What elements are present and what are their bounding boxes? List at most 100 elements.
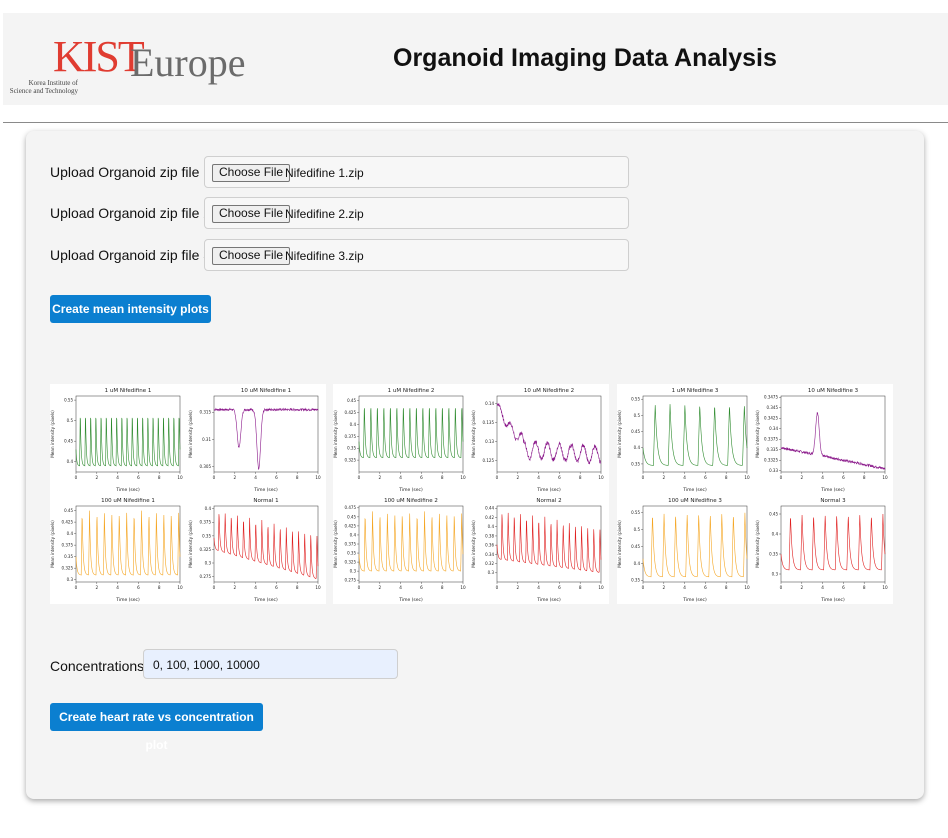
y-tick-label: 0.335 [767, 447, 779, 452]
x-tick-label: 0 [358, 475, 361, 480]
chart-7: Normal 2 0 2 4 6 8 10 0.3 0.32 0.34 0.36 0.38 0.4 0.4… [471, 494, 607, 604]
x-tick-label: 4 [821, 475, 824, 480]
x-tick-label: 6 [704, 585, 707, 590]
x-tick-label: 4 [399, 585, 402, 590]
y-tick-label: 0.305 [200, 464, 212, 469]
x-tick-label: 2 [95, 475, 98, 480]
x-tick-label: 8 [441, 475, 444, 480]
x-tick-label: 10 [315, 585, 321, 590]
x-axis-label: Time (sec) [115, 597, 140, 603]
y-tick-label: 0.325 [345, 458, 357, 463]
y-tick-label: 0.42 [485, 515, 494, 520]
x-tick-label: 0 [358, 585, 361, 590]
concentrations-input[interactable]: 0, 100, 1000, 10000 [143, 649, 398, 679]
x-tick-label: 6 [842, 585, 845, 590]
x-tick-label: 10 [315, 475, 321, 480]
plot-frame [213, 395, 319, 473]
y-tick-label: 0.3475 [764, 395, 778, 400]
chart-svg: 10 uM Nifedifine 1 0 2 4 6 8 10 0.305 0.31 0.315 T… [188, 388, 321, 493]
x-tick-label: 10 [744, 475, 750, 480]
y-tick-label: 0.5 [67, 418, 74, 423]
y-tick-label: 0.45 [64, 508, 73, 513]
x-axis-label: Time (sec) [820, 487, 845, 493]
x-tick-label: 10 [882, 585, 888, 590]
x-tick-label: 2 [378, 585, 381, 590]
y-tick-label: 0.3 [488, 570, 495, 575]
logo-word: Europe [130, 40, 246, 85]
y-tick-label: 0.325 [200, 547, 212, 552]
x-tick-label: 6 [704, 475, 707, 480]
chart-svg: 10 uM Nifedifine 2 0 2 4 6 8 10 0.125 0.13 0.135 0… [471, 388, 604, 493]
file-name-2: Nifedifine 2.zip [285, 207, 364, 221]
x-tick-label: 4 [116, 475, 119, 480]
chart-svg: 10 uM Nifedifine 3 0 2 4 6 8 10 0.33 0.3325 0.335… [755, 388, 888, 493]
y-axis-label: Mean intensity (pixels) [50, 520, 55, 568]
y-tick-label: 0.32 [485, 561, 494, 566]
y-tick-label: 0.4 [67, 459, 74, 464]
x-tick-label: 2 [516, 585, 519, 590]
choose-file-button-2[interactable]: Choose File [212, 205, 291, 223]
y-tick-label: 0.31 [202, 437, 211, 442]
y-tick-label: 0.375 [345, 541, 357, 546]
x-tick-label: 10 [882, 475, 888, 480]
y-tick-label: 0.135 [483, 420, 495, 425]
x-tick-label: 2 [662, 475, 665, 480]
x-tick-label: 10 [598, 475, 604, 480]
create-heart-rate-button[interactable]: Create heart rate vs concentration plot [50, 703, 263, 752]
y-tick-label: 0.375 [345, 434, 357, 439]
y-tick-label: 0.425 [345, 410, 357, 415]
x-tick-label: 4 [254, 475, 257, 480]
page-title: Organoid Imaging Data Analysis [393, 44, 777, 72]
chart-1: 10 uM Nifedifine 1 0 2 4 6 8 10 0.305 0.31 0.315 T… [188, 384, 324, 494]
plot-panel-2: 1 uM Nifedifine 2 0 2 4 6 8 10 0.325 0.35 0.375 0.… [333, 384, 609, 604]
y-tick-label: 0.3 [205, 560, 212, 565]
y-axis-label: Mean intensity (pixels) [188, 410, 193, 458]
x-tick-label: 8 [725, 475, 728, 480]
x-axis-label: Time (sec) [682, 487, 707, 493]
chart-title: Normal 3 [820, 498, 846, 504]
x-axis-label: Time (sec) [536, 597, 561, 603]
file-input-1[interactable]: Choose File Nifedifine 1.zip [204, 156, 629, 188]
page-header: KIST Europe Korea Institute of Science a… [3, 13, 948, 105]
y-tick-label: 0.5 [634, 413, 641, 418]
x-tick-label: 2 [95, 585, 98, 590]
chart-6: 100 uM Nifedifine 2 0 2 4 6 8 10 0.275 0.3 0.325 0… [333, 494, 469, 604]
choose-file-button-3[interactable]: Choose File [212, 247, 291, 265]
concentrations-label: Concentrations: [50, 658, 149, 674]
y-axis-label: Mean intensity (pixels) [188, 520, 193, 568]
x-tick-label: 6 [558, 475, 561, 480]
plot-frame [780, 395, 886, 473]
x-tick-label: 0 [75, 475, 78, 480]
x-tick-label: 6 [137, 585, 140, 590]
y-tick-label: 0.13 [485, 439, 494, 444]
create-mean-intensity-button[interactable]: Create mean intensity plots [50, 295, 211, 323]
x-tick-label: 8 [579, 585, 582, 590]
x-tick-label: 2 [516, 475, 519, 480]
x-tick-label: 6 [842, 475, 845, 480]
y-tick-label: 0.34 [485, 552, 494, 557]
file-input-3[interactable]: Choose File Nifedifine 3.zip [204, 239, 629, 271]
plot-panel-3: 1 uM Nifedifine 3 0 2 4 6 8 10 0.35 0.4 0.45 0.5 0.… [617, 384, 893, 604]
plot-frame [642, 505, 748, 583]
choose-file-button-1[interactable]: Choose File [212, 164, 291, 182]
x-tick-label: 0 [780, 475, 783, 480]
y-tick-label: 0.36 [485, 543, 494, 548]
x-tick-label: 0 [213, 585, 216, 590]
x-tick-label: 6 [420, 585, 423, 590]
y-tick-label: 0.4 [205, 506, 212, 511]
y-axis-label: Mean intensity (pixels) [471, 410, 476, 458]
file-input-2[interactable]: Choose File Nifedifine 2.zip [204, 197, 629, 229]
analysis-card: Upload Organoid zip file 1: Choose File … [26, 131, 924, 799]
x-tick-label: 4 [821, 585, 824, 590]
y-tick-label: 0.425 [345, 523, 357, 528]
y-tick-label: 0.325 [345, 559, 357, 564]
logo-subtitle: Korea Institute of Science and Technolog… [6, 79, 78, 95]
x-tick-label: 6 [558, 585, 561, 590]
logo-sub-line2: Science and Technology [9, 87, 78, 95]
y-tick-label: 0.3325 [764, 458, 778, 463]
chart-svg: Normal 3 0 2 4 6 8 10 0.3 0.35 0.4 0.45 Time (sec) M… [755, 498, 888, 603]
x-axis-label: Time (sec) [398, 487, 423, 493]
y-axis-label: Mean intensity (pixels) [471, 520, 476, 568]
chart-10: 100 uM Nifedifine 3 0 2 4 6 8 10 0.35 0.4 0.45 0.5… [617, 494, 753, 604]
y-tick-label: 0.4 [634, 445, 641, 450]
